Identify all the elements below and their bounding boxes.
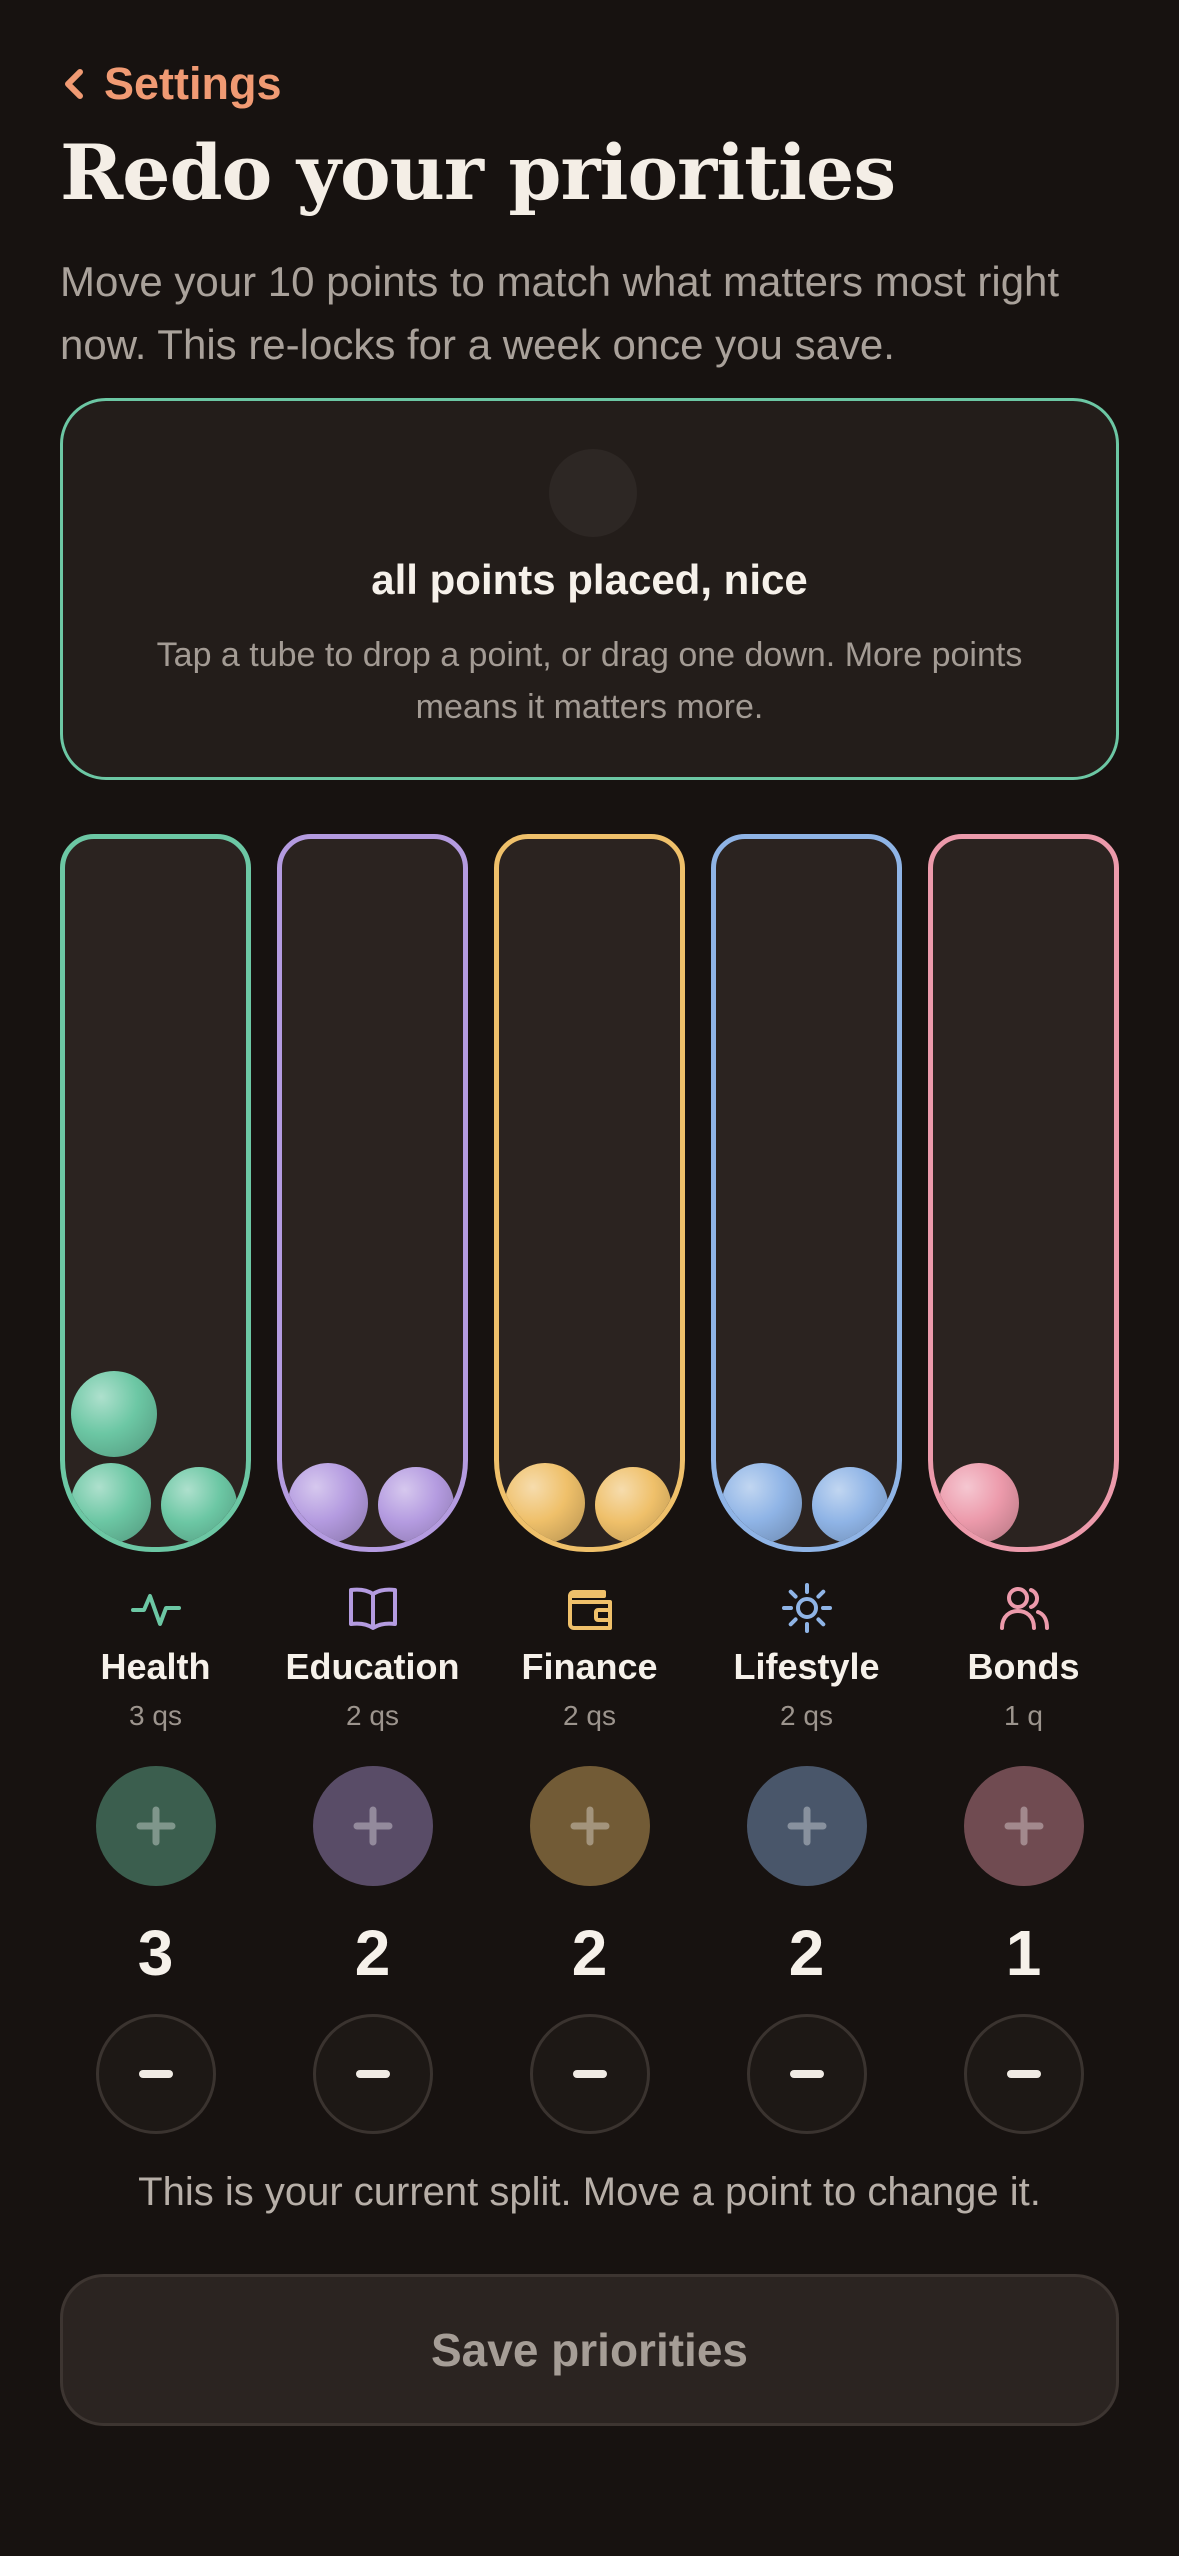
- point-ball[interactable]: [595, 1467, 671, 1543]
- category-count: 2 qs: [780, 1700, 833, 1731]
- status-card: all points placed, nice Tap a tube to dr…: [60, 398, 1119, 780]
- points-value: 1: [1005, 1917, 1042, 1989]
- point-ball[interactable]: [505, 1463, 585, 1543]
- add-point-button-education[interactable]: [313, 1766, 433, 1886]
- wallet-icon: [568, 1590, 612, 1630]
- save-priorities-button[interactable]: Save priorities: [60, 2274, 1119, 2426]
- category-count: 2 qs: [563, 1700, 616, 1731]
- chevron-left-icon: [65, 69, 83, 99]
- tube-finance[interactable]: [494, 834, 685, 1552]
- plus-icon: [787, 1806, 827, 1846]
- plus-icon: [570, 1806, 610, 1846]
- split-note: This is your current split. Move a point…: [138, 2170, 1041, 2214]
- column-education: Education 2 qs 2: [277, 834, 468, 2134]
- plus-icon: [353, 1806, 393, 1846]
- page-title: Redo your priorities: [60, 128, 896, 217]
- status-hint: Tap a tube to drop a point, or drag one …: [156, 636, 1023, 726]
- page-subtitle: Move your 10 points to match what matter…: [60, 258, 1060, 368]
- status-heading: all points placed, nice: [371, 556, 808, 603]
- remove-point-button-lifestyle[interactable]: [747, 2014, 867, 2134]
- points-value: 2: [571, 1917, 608, 1989]
- point-ball[interactable]: [722, 1463, 802, 1543]
- point-ball[interactable]: [161, 1467, 237, 1543]
- minus-icon: [356, 2070, 390, 2078]
- tube-bonds[interactable]: [928, 834, 1119, 1552]
- category-count: 2 qs: [346, 1700, 399, 1731]
- category-name: Finance: [521, 1646, 658, 1687]
- back-link[interactable]: Settings: [60, 58, 282, 110]
- minus-icon: [139, 2070, 173, 2078]
- sun-icon: [782, 1583, 832, 1633]
- priority-columns: Health 3 qs 3 Education 2 qs 2 Finance 2…: [60, 834, 1119, 2134]
- remove-point-button-education[interactable]: [313, 2014, 433, 2134]
- category-name: Health: [100, 1646, 211, 1687]
- book-icon: [349, 1587, 397, 1630]
- tube-education[interactable]: [277, 834, 468, 1552]
- back-label: Settings: [104, 58, 282, 109]
- category-count: 1 q: [1004, 1700, 1043, 1731]
- category-name: Lifestyle: [733, 1646, 880, 1687]
- point-ball[interactable]: [71, 1371, 157, 1457]
- category-name: Bonds: [967, 1646, 1080, 1687]
- point-ball[interactable]: [288, 1463, 368, 1543]
- category-count: 3 qs: [129, 1700, 182, 1731]
- column-bonds: Bonds 1 q 1: [928, 834, 1119, 2134]
- minus-icon: [790, 2070, 824, 2078]
- add-point-button-finance[interactable]: [530, 1766, 650, 1886]
- points-value: 2: [354, 1917, 391, 1989]
- remove-point-button-bonds[interactable]: [964, 2014, 1084, 2134]
- minus-icon: [1007, 2070, 1041, 2078]
- plus-icon: [136, 1806, 176, 1846]
- points-value: 3: [137, 1917, 174, 1989]
- category-name: Education: [285, 1646, 460, 1687]
- point-ball[interactable]: [71, 1463, 151, 1543]
- column-lifestyle: Lifestyle 2 qs 2: [711, 834, 902, 2134]
- column-health: Health 3 qs 3: [60, 834, 251, 2134]
- point-ball[interactable]: [812, 1467, 888, 1543]
- point-ball[interactable]: [378, 1467, 454, 1543]
- remove-point-button-health[interactable]: [96, 2014, 216, 2134]
- add-point-button-health[interactable]: [96, 1766, 216, 1886]
- points-value: 2: [788, 1917, 825, 1989]
- pulse-icon: [131, 1594, 181, 1626]
- plus-icon: [1004, 1806, 1044, 1846]
- minus-icon: [573, 2070, 607, 2078]
- status-indicator: [549, 449, 637, 537]
- column-finance: Finance 2 qs 2: [494, 834, 685, 2134]
- tube-health[interactable]: [60, 834, 251, 1552]
- add-point-button-lifestyle[interactable]: [747, 1766, 867, 1886]
- add-point-button-bonds[interactable]: [964, 1766, 1084, 1886]
- tube-lifestyle[interactable]: [711, 834, 902, 1552]
- people-icon: [1000, 1587, 1049, 1630]
- point-ball[interactable]: [939, 1463, 1019, 1543]
- remove-point-button-finance[interactable]: [530, 2014, 650, 2134]
